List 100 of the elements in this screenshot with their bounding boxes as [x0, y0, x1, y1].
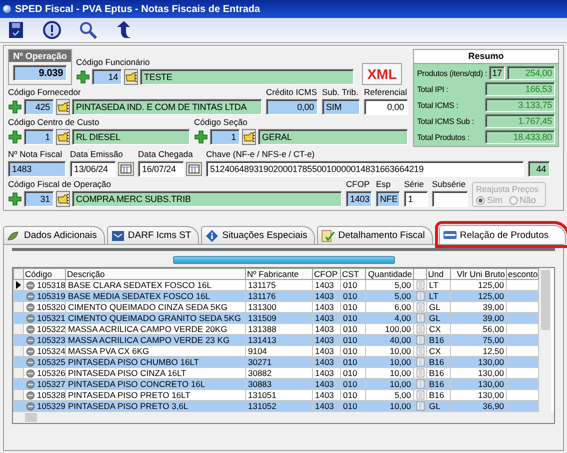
column-header[interactable]: Descrição [66, 268, 246, 280]
alert-icon[interactable] [42, 20, 62, 40]
info-icon [205, 230, 220, 242]
current-row-icon [14, 281, 22, 289]
horizontal-scrollbar[interactable] [13, 412, 554, 423]
column-header[interactable]: Nº Fabricante [246, 268, 312, 280]
subserie-field[interactable] [432, 191, 468, 207]
field-label: Esp [376, 179, 392, 190]
operation-label: Nº Operação [9, 50, 71, 62]
icms-credit-field[interactable]: 0,00 [266, 99, 318, 115]
plus-icon[interactable] [8, 192, 22, 206]
supplier-name-field[interactable]: PINTASEDA IND. E COM DE TINTAS LTDA [72, 99, 262, 115]
field-label: Código Fornecedor [8, 87, 82, 98]
plus-icon[interactable] [8, 100, 22, 114]
employee-name-field[interactable]: TESTE [140, 69, 354, 85]
access-key-field[interactable]: 51240648931902000178550010000014831663664219 [206, 161, 524, 177]
field-label: Chave (NF-e / NFS-e / CT-e) [206, 149, 316, 160]
tab[interactable]: Situações Especiais [201, 226, 316, 244]
tab[interactable]: Detalhamento Fiscal [317, 226, 433, 244]
arrival-date-field[interactable]: 16/07/24 [138, 161, 184, 177]
cfop-field[interactable]: 1403 [346, 191, 372, 207]
status-icon [26, 336, 35, 344]
tab[interactable]: DARF Icms ST [106, 226, 200, 244]
field-label: Data Chegada [138, 149, 194, 160]
list-icon[interactable] [416, 380, 424, 388]
table-icon [442, 229, 457, 241]
list-icon[interactable] [416, 314, 424, 322]
status-icon [26, 368, 35, 378]
supplier-code-field[interactable]: 425 [24, 99, 54, 115]
column-header[interactable]: Vlr Uni Bruto [450, 268, 506, 280]
employee-code-field[interactable]: 14 [92, 69, 122, 85]
xml-button[interactable]: XML [362, 63, 402, 85]
cost-center-name-field[interactable]: RL DIESEL [72, 129, 190, 145]
status-icon [26, 302, 35, 312]
field-label: Referencial [364, 87, 408, 98]
column-header[interactable]: CFOP [312, 268, 340, 280]
field-label: Código Fiscal de Operação [8, 179, 112, 190]
esp-field[interactable]: NFE [376, 191, 400, 207]
summary-value: 3.133,75 [485, 98, 555, 112]
issue-date-field[interactable]: 13/06/24 [70, 161, 116, 177]
summary-value: 254,00 [506, 66, 555, 80]
cost-center-code-field[interactable]: 1 [24, 129, 54, 145]
status-icon [26, 324, 35, 334]
table-cell: 131509 [246, 312, 312, 324]
referencial-field[interactable]: 0,00 [364, 99, 408, 115]
checklist-icon [321, 230, 336, 242]
plus-icon[interactable] [8, 130, 22, 144]
field-label: Crédito ICMS [266, 87, 318, 98]
field-label: Série [404, 179, 425, 190]
column-header[interactable]: Und [426, 268, 450, 280]
field-label: Nº Nota Fiscal [8, 149, 64, 160]
plus-icon[interactable] [194, 130, 208, 144]
summary-value: 1.767,45 [485, 114, 555, 128]
table-cell: PINTASEDA PISO PRETO 3,6L [66, 400, 246, 412]
column-header[interactable]: Quantidade [366, 268, 414, 280]
invoice-number-field[interactable]: 1483 [8, 161, 66, 177]
table-cell: PINTASEDA PISO CONCRETO 16L [66, 378, 246, 390]
list-icon[interactable] [416, 292, 424, 300]
table-cell: BASE MEDIA SEDATEX FOSCO 16L [66, 290, 246, 302]
save-icon[interactable] [6, 20, 26, 40]
status-icon [26, 280, 35, 290]
status-icon [26, 346, 35, 356]
summary-label: Total ICMS : [417, 100, 460, 110]
calendar-icon[interactable] [186, 162, 202, 176]
sub-trib-field[interactable]: SIM [322, 99, 360, 115]
field-label: Código Seção [194, 117, 248, 128]
tab[interactable]: Dados Adicionais [3, 226, 105, 244]
table-cell: 30883 [246, 378, 312, 390]
window-title: SPED Fiscal - PVA Eptus - Notas Fiscais de Entrada [0, 0, 567, 18]
group-label: Reajusta Preços [476, 184, 540, 194]
section-name-field[interactable]: GERAL [258, 129, 408, 145]
section-code-field[interactable]: 1 [210, 129, 240, 145]
plus-icon[interactable] [76, 70, 90, 84]
field-label: Código Funcionário [76, 57, 151, 68]
search-icon[interactable] [78, 20, 98, 40]
field-label: Data Emissão [70, 149, 124, 160]
splitter-handle[interactable] [172, 256, 394, 264]
serie-field[interactable]: 1 [404, 191, 428, 207]
column-header[interactable]: CST [340, 268, 366, 280]
operation-code-name-field[interactable]: COMPRA MERC SUBS.TRIB [72, 191, 342, 207]
column-header[interactable]: Código [24, 268, 66, 280]
calendar-icon[interactable] [118, 162, 134, 176]
list-icon[interactable] [416, 336, 424, 344]
summary-value: 17 [488, 66, 505, 80]
table-cell: CIMENTO QUEIMADO GRANITO SEDA 5KG [66, 312, 246, 324]
status-icon [26, 314, 35, 322]
vertical-scrollbar[interactable] [539, 268, 551, 412]
operation-field[interactable]: 9.039 [13, 65, 67, 81]
list-icon[interactable] [416, 358, 424, 366]
list-icon[interactable] [416, 402, 424, 410]
operation-code-code-field[interactable]: 31 [24, 191, 54, 207]
status-icon [26, 390, 35, 400]
status-icon [26, 292, 35, 300]
table-cell: 131176 [246, 290, 312, 302]
field-label: Sub. Trib. [322, 87, 360, 98]
status-icon [26, 358, 35, 366]
key-length-field: 44 [528, 161, 550, 177]
summary-value: 18.433,80 [485, 130, 555, 144]
column-header[interactable]: esconto [506, 268, 538, 280]
table-cell: MASSA ACRILICA CAMPO VERDE 23 KG [66, 334, 246, 346]
